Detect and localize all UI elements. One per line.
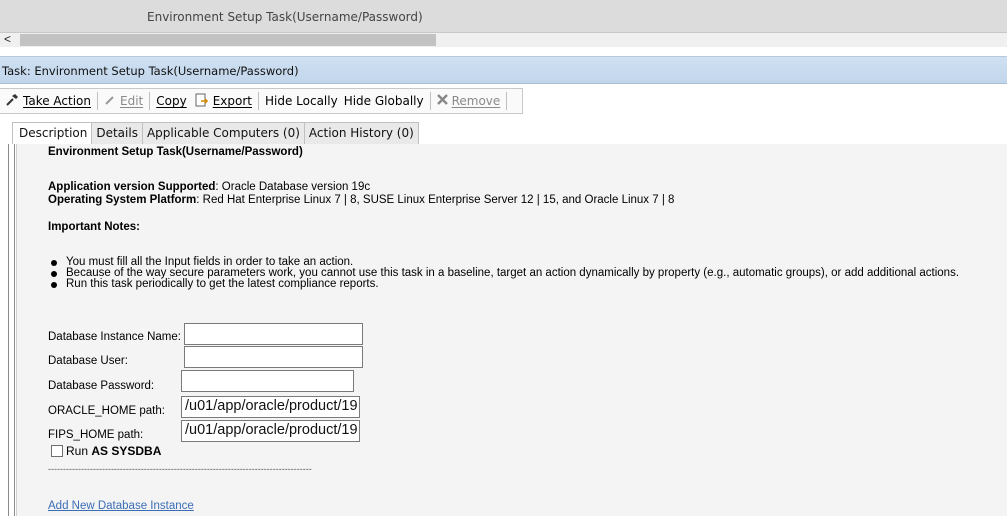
run-as-sysdba-label: Run AS SYSDBA bbox=[66, 444, 161, 458]
take-action-button[interactable]: Take Action bbox=[0, 89, 97, 113]
remove-button[interactable]: Remove bbox=[431, 89, 507, 113]
db-password-input[interactable] bbox=[181, 370, 354, 392]
tab-applicable-computers[interactable]: Applicable Computers (0) bbox=[141, 122, 305, 144]
instance-name-input[interactable] bbox=[184, 323, 363, 345]
os-platform-value: : Red Hat Enterprise Linux 7 | 8, SUSE L… bbox=[196, 194, 675, 206]
tab-bar: Description Details Applicable Computers… bbox=[12, 122, 419, 145]
pencil-icon bbox=[104, 94, 116, 109]
oracle-home-input[interactable]: /u01/app/oracle/product/19 bbox=[181, 396, 360, 418]
export-icon bbox=[195, 93, 209, 110]
db-user-input[interactable] bbox=[184, 346, 363, 368]
content-left-border bbox=[8, 144, 15, 516]
app-version-line: Application version Supported: Oracle Da… bbox=[48, 181, 370, 193]
scroll-left-arrow-icon[interactable]: < bbox=[4, 32, 11, 46]
hide-locally-label: Hide Locally bbox=[264, 94, 338, 108]
tab-description[interactable]: Description bbox=[12, 122, 93, 145]
list-item: Run this task periodically to get the la… bbox=[48, 278, 959, 290]
app-version-value: : Oracle Database version 19c bbox=[215, 181, 371, 193]
run-as-sysdba-checkbox[interactable] bbox=[51, 445, 63, 457]
fips-home-label: FIPS_HOME path: bbox=[48, 429, 144, 441]
edit-label: Edit bbox=[120, 94, 144, 108]
app-version-label: Application version Supported bbox=[48, 181, 216, 193]
close-icon bbox=[436, 94, 448, 108]
tab-details[interactable]: Details bbox=[91, 122, 143, 144]
edit-button[interactable]: Edit bbox=[98, 89, 149, 113]
os-platform-line: Operating System Platform: Red Hat Enter… bbox=[48, 194, 674, 206]
notes-heading: Important Notes: bbox=[48, 221, 140, 233]
window-tab-title[interactable]: Environment Setup Task(Username/Password… bbox=[147, 10, 423, 24]
instance-name-label: Database Instance Name: bbox=[48, 331, 181, 343]
copy-button[interactable]: Copy bbox=[150, 89, 192, 113]
task-header-label: Task: Environment Setup Task(Username/Pa… bbox=[2, 64, 299, 78]
action-toolbar: Take Action Edit Copy Export Hide Locall… bbox=[0, 88, 523, 114]
task-header: Task: Environment Setup Task(Username/Pa… bbox=[0, 56, 1007, 84]
run-as-prefix: Run bbox=[66, 444, 89, 458]
db-password-label: Database Password: bbox=[48, 380, 155, 392]
oracle-home-label: ORACLE_HOME path: bbox=[48, 405, 165, 417]
window-tab-bar: Environment Setup Task(Username/Password… bbox=[0, 0, 1007, 33]
hammer-icon bbox=[6, 93, 19, 109]
export-button[interactable]: Export bbox=[193, 89, 258, 113]
os-platform-label: Operating System Platform bbox=[48, 194, 197, 206]
hide-globally-button[interactable]: Hide Globally bbox=[344, 89, 430, 113]
toolbar-divider bbox=[506, 92, 508, 110]
separator-line: ----------------------------------------… bbox=[48, 464, 312, 474]
export-label: Export bbox=[212, 94, 252, 108]
hide-globally-label: Hide Globally bbox=[343, 94, 424, 108]
remove-label: Remove bbox=[451, 94, 501, 108]
run-as-role: AS SYSDBA bbox=[91, 444, 162, 458]
copy-label: Copy bbox=[156, 94, 187, 108]
hide-locally-button[interactable]: Hide Locally bbox=[259, 89, 344, 113]
take-action-label: Take Action bbox=[23, 94, 91, 108]
horizontal-scrollbar[interactable]: < bbox=[0, 32, 1007, 47]
notes-list: You must fill all the Input fields in or… bbox=[48, 256, 959, 290]
db-user-label: Database User: bbox=[48, 355, 128, 367]
scrollbar-thumb[interactable] bbox=[20, 34, 436, 46]
description-title: Environment Setup Task(Username/Password… bbox=[48, 146, 303, 158]
tab-action-history[interactable]: Action History (0) bbox=[303, 122, 419, 144]
fips-home-input[interactable]: /u01/app/oracle/product/19 bbox=[181, 420, 360, 442]
add-new-instance-link[interactable]: Add New Database Instance bbox=[48, 500, 194, 512]
